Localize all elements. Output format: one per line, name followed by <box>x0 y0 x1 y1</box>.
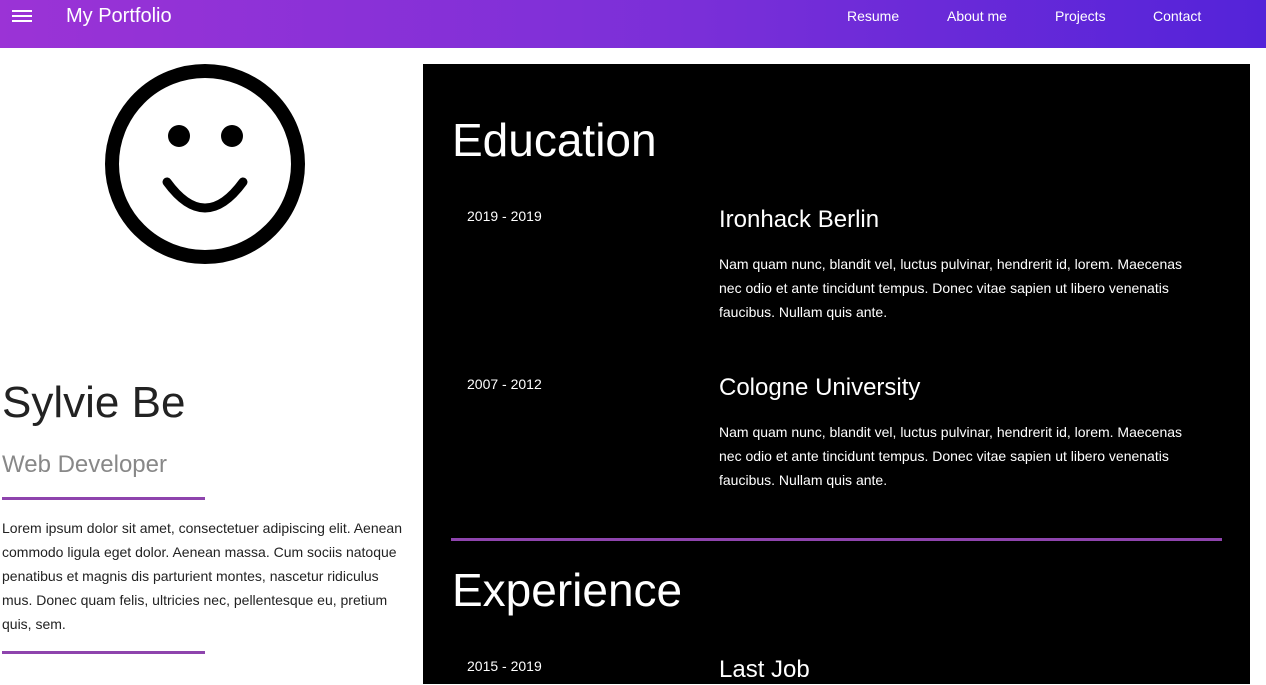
education-period: 2019 - 2019 <box>467 208 542 224</box>
profile-column: Sylvie Be Web Developer Lorem ipsum dolo… <box>0 48 423 672</box>
site-title[interactable]: My Portfolio <box>66 4 172 28</box>
nav-about-me[interactable]: About me <box>947 8 1007 24</box>
education-description: Nam quam nunc, blandit vel, luctus pulvi… <box>719 256 1183 320</box>
education-title: Ironhack Berlin <box>719 206 880 233</box>
nav-projects[interactable]: Projects <box>1055 8 1106 24</box>
education-heading: Education <box>452 114 657 166</box>
experience-heading: Experience <box>452 564 683 616</box>
smiley-face-icon <box>105 64 305 264</box>
section-divider <box>451 538 1222 541</box>
nav-contact[interactable]: Contact <box>1153 8 1201 24</box>
divider <box>2 651 205 654</box>
experience-title: Last Job <box>719 656 810 683</box>
education-title: Cologne University <box>719 374 921 401</box>
profile-role: Web Developer <box>2 451 167 478</box>
resume-panel: Education 2019 - 2019 Ironhack Berlin Na… <box>423 64 1250 684</box>
hamburger-menu-icon[interactable] <box>12 8 32 24</box>
top-app-bar: My Portfolio Resume About me Projects Co… <box>0 0 1266 48</box>
education-description: Nam quam nunc, blandit vel, luctus pulvi… <box>719 424 1183 488</box>
nav-resume[interactable]: Resume <box>847 8 899 24</box>
profile-name: Sylvie Be <box>2 378 186 427</box>
divider <box>2 497 205 500</box>
profile-bio: Lorem ipsum dolor sit amet, consectetuer… <box>2 520 402 632</box>
education-period: 2007 - 2012 <box>467 376 542 392</box>
